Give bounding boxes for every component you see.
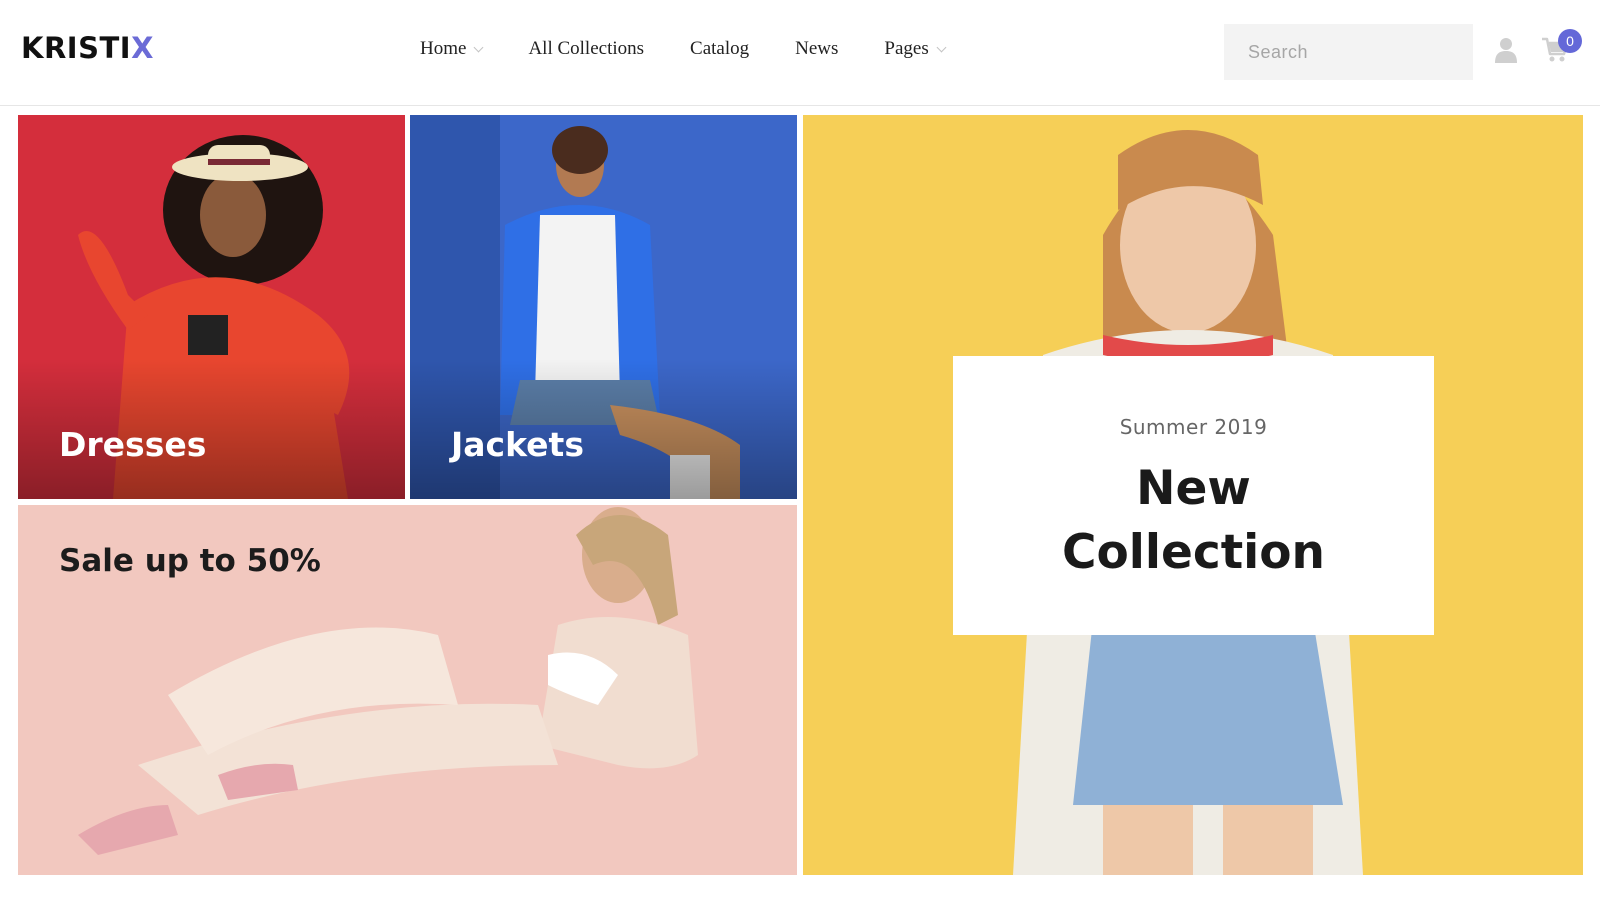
cart-count-badge: 0 <box>1558 29 1582 53</box>
logo-accent: X <box>131 31 154 65</box>
nav-item-label: All Collections <box>528 38 645 59</box>
category-tile-jackets[interactable]: Jackets <box>410 115 797 499</box>
nav-item-news[interactable]: News <box>795 38 838 60</box>
logo-text: KRISTI <box>21 31 132 65</box>
new-collection-card: Summer 2019 New Collection <box>953 356 1434 635</box>
promo-subtitle: Summer 2019 <box>1119 415 1268 439</box>
category-tile-dresses[interactable]: Dresses <box>18 115 405 499</box>
tile-label: Jackets <box>451 425 584 464</box>
promo-title-line-1: New <box>1136 461 1251 516</box>
nav-item-pages[interactable]: Pages <box>884 38 947 60</box>
nav-item-label: Home <box>420 38 467 59</box>
logo[interactable]: KRISTIX <box>21 31 154 65</box>
site-header: KRISTIX Home All Collections Catalog New… <box>0 0 1600 106</box>
promo-title-line-2: Collection <box>1061 525 1326 580</box>
nav-item-all-collections[interactable]: All Collections <box>528 38 644 60</box>
nav-item-label: Catalog <box>690 38 750 59</box>
nav-item-label: News <box>795 38 839 59</box>
nav-item-catalog[interactable]: Catalog <box>690 38 749 60</box>
promo-tile-sale[interactable]: Sale up to 50% <box>18 505 797 875</box>
chevron-down-icon <box>936 42 947 52</box>
user-icon[interactable] <box>1495 37 1517 63</box>
nav-item-home[interactable]: Home <box>420 38 484 60</box>
search-input[interactable] <box>1224 24 1473 80</box>
promo-tile-new-collection[interactable]: Summer 2019 New Collection <box>803 115 1583 875</box>
sale-heading: Sale up to 50% <box>59 543 321 579</box>
chevron-down-icon <box>473 42 484 52</box>
nav-item-label: Pages <box>884 38 929 59</box>
main-nav: Home All Collections Catalog News Pages <box>420 38 991 60</box>
tile-label: Dresses <box>59 425 207 464</box>
